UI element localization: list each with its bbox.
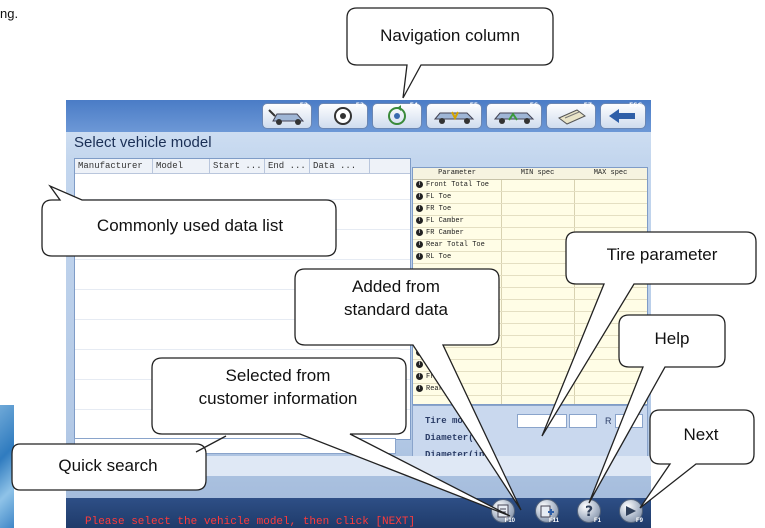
column-data[interactable]: Data ...: [310, 159, 370, 173]
info-dot-icon: i: [416, 229, 423, 236]
parameter-row[interactable]: i Front Total Toe: [413, 180, 647, 192]
callout-common-list: Commonly used data list: [40, 184, 340, 260]
parameter-name: Front Total Toe: [426, 181, 490, 189]
header-parameter: Parameter: [438, 169, 476, 177]
callout-navigation-text: Navigation column: [380, 26, 520, 45]
callout-next: Next: [639, 408, 758, 518]
window-title: Select vehicle model: [74, 134, 212, 151]
column-end[interactable]: End ...: [265, 159, 310, 173]
key-f10: F10: [504, 518, 515, 524]
parameter-name: RL Toe: [426, 253, 452, 261]
key-f11: F11: [548, 518, 559, 524]
key-f1: F1: [593, 518, 601, 524]
callout-quick-search-text: Quick search: [58, 456, 158, 475]
callout-common-list-text: Commonly used data list: [96, 216, 284, 235]
callout-added-line1: Added from: [352, 277, 440, 296]
column-model[interactable]: Model: [153, 159, 210, 173]
key-f9: F9: [635, 518, 643, 524]
toolbar-button-f6[interactable]: F6: [486, 102, 542, 129]
column-start[interactable]: Start ...: [210, 159, 265, 173]
toolbar-button-f2[interactable]: F2: [262, 102, 312, 129]
parameter-name: FR Toe: [426, 205, 452, 213]
callout-selected-line2: customer information: [198, 389, 358, 408]
parameter-name: FL Camber: [426, 217, 464, 225]
toolbar-button-f4[interactable]: F4: [372, 102, 422, 129]
info-dot-icon: i: [416, 217, 423, 224]
info-dot-icon: i: [416, 253, 423, 260]
callout-added-line2: standard data: [344, 300, 448, 319]
data-list-header: Manufacturer Model Start ... End ... Dat…: [75, 159, 410, 174]
callout-help-text: Help: [654, 329, 690, 348]
toolbar-button-f3[interactable]: F3: [318, 102, 368, 129]
info-dot-icon: i: [416, 241, 423, 248]
toolbar-key-esc: ESC: [629, 102, 642, 109]
toolbar-key-f4: F4: [409, 102, 418, 109]
toolbar-key-f5: F5: [469, 102, 478, 109]
info-dot-icon: i: [416, 193, 423, 200]
toolbar-key-f2: F2: [299, 102, 308, 109]
column-manufacturer[interactable]: Manufacturer: [75, 159, 153, 173]
parameter-name: Rear Total Toe: [426, 241, 485, 249]
callout-navigation: Navigation column: [345, 7, 555, 100]
toolbar-key-f6: F6: [529, 102, 538, 109]
header-min-spec: MIN spec: [520, 169, 555, 177]
page-label: ng.: [0, 6, 19, 21]
callout-selected-line1: Selected from: [225, 366, 331, 385]
info-dot-icon: i: [416, 181, 423, 188]
callout-next-text: Next: [683, 425, 719, 444]
parameter-row[interactable]: i FL Toe: [413, 192, 647, 204]
callout-tire-param-text: Tire parameter: [606, 245, 718, 264]
callout-selected-customer: Selected from customer information: [150, 356, 511, 521]
info-dot-icon: i: [416, 205, 423, 212]
parameter-name: FR Camber: [426, 229, 464, 237]
header-max-spec: MAX spec: [593, 169, 628, 177]
navigation-toolbar: F2 F3 F4 F5 F6 F7 ESC: [66, 100, 651, 132]
toolbar-button-f5[interactable]: F5: [426, 102, 482, 129]
tire-width-input[interactable]: [517, 414, 567, 428]
parameter-row[interactable]: i FL Camber: [413, 216, 647, 228]
toolbar-key-f3: F3: [355, 102, 364, 109]
parameter-table-header: Parameter MIN spec MAX spec: [413, 168, 647, 180]
callout-navigation-shape: [346, 7, 554, 99]
toolbar-key-f7: F7: [583, 102, 592, 109]
svg-text:?: ?: [585, 504, 593, 520]
toolbar-button-f7[interactable]: F7: [546, 102, 596, 129]
callout-quick-search: Quick search: [10, 435, 227, 494]
add-standard-data-button[interactable]: F11: [535, 499, 559, 524]
parameter-name: FL Toe: [426, 193, 452, 201]
parameter-row[interactable]: i FR Toe: [413, 204, 647, 216]
toolbar-button-esc[interactable]: ESC: [600, 102, 646, 129]
